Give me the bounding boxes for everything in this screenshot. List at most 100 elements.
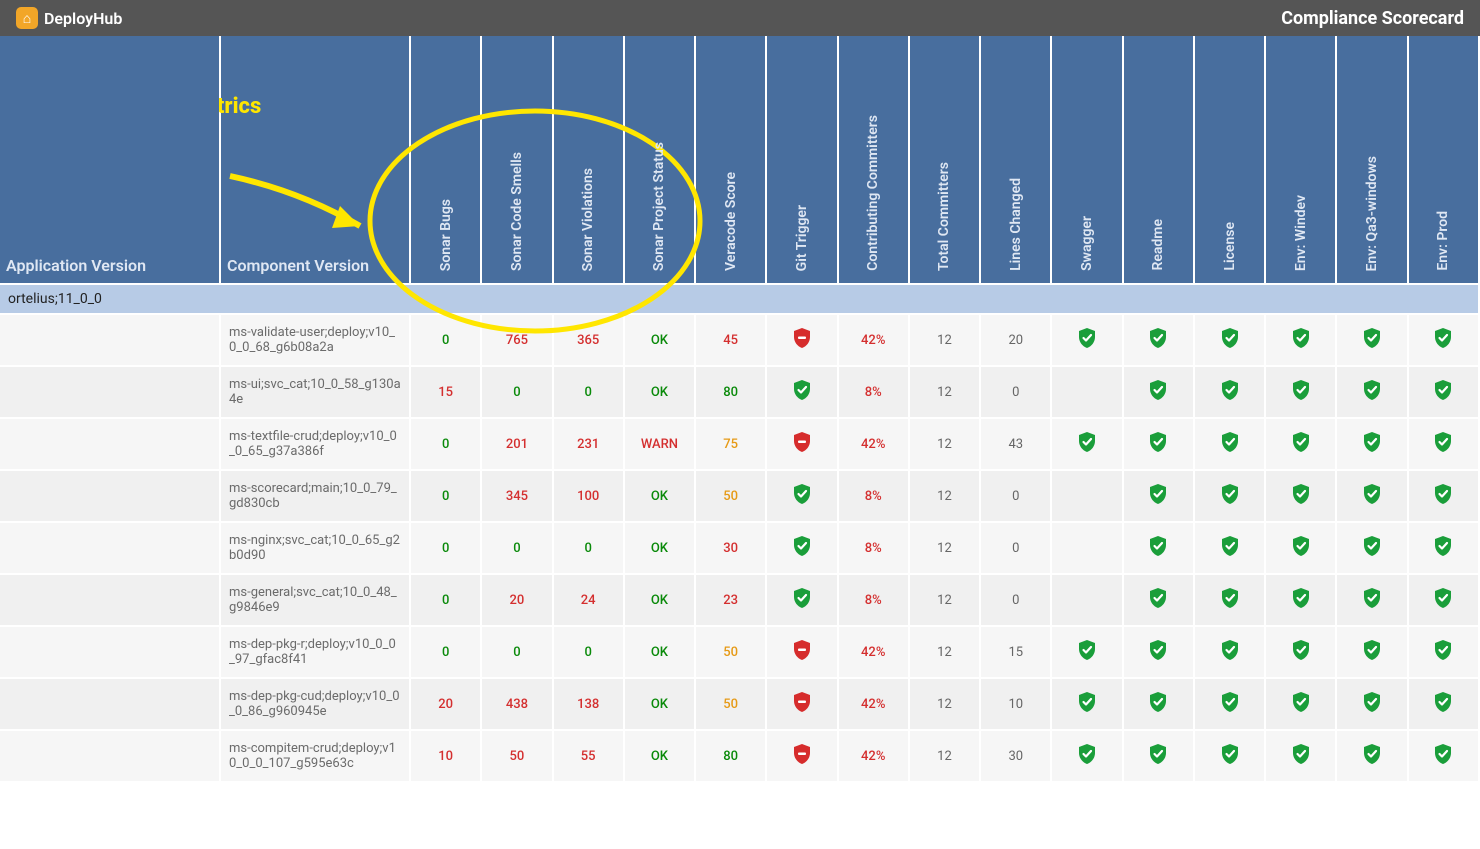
shield-pass-icon — [1220, 691, 1240, 713]
cell-env-windev — [1265, 574, 1336, 626]
shield-pass-icon — [1433, 743, 1453, 765]
shield-pass-icon — [792, 587, 812, 609]
cell-sonar-bugs: 0 — [410, 522, 481, 574]
cell-env-windev — [1265, 626, 1336, 678]
col-header-sonar_code_smells[interactable]: Sonar Code Smells — [481, 36, 552, 284]
cell-lines-changed: 20 — [980, 314, 1051, 366]
col-header-license[interactable]: License — [1194, 36, 1265, 284]
col-header-env_prod[interactable]: Env: Prod — [1408, 36, 1479, 284]
cell-contrib-committers: 8% — [838, 522, 909, 574]
cell-veracode: 23 — [695, 574, 766, 626]
cell-app-version — [0, 626, 220, 678]
cell-total-committers: 12 — [909, 522, 980, 574]
cell-sonar-bugs: 0 — [410, 626, 481, 678]
cell-git-trigger — [766, 366, 837, 418]
cell-env-qa3 — [1336, 574, 1407, 626]
cell-license — [1194, 418, 1265, 470]
shield-fail-icon — [792, 431, 812, 453]
cell-git-trigger — [766, 678, 837, 730]
cell-license — [1194, 730, 1265, 782]
cell-total-committers: 12 — [909, 626, 980, 678]
cell-sonar-bugs: 0 — [410, 470, 481, 522]
cell-app-version — [0, 678, 220, 730]
shield-pass-icon — [1362, 327, 1382, 349]
cell-env-qa3 — [1336, 522, 1407, 574]
cell-git-trigger — [766, 730, 837, 782]
table-row[interactable]: ms-dep-pkg-r;deploy;v10_0_0_97_gfac8f410… — [0, 626, 1479, 678]
cell-component-version: ms-dep-pkg-r;deploy;v10_0_0_97_gfac8f41 — [220, 626, 410, 678]
table-row[interactable]: ms-general;svc_cat;10_0_48_g9846e902024O… — [0, 574, 1479, 626]
cell-app-version — [0, 522, 220, 574]
shield-pass-icon — [1362, 639, 1382, 661]
cell-readme — [1123, 314, 1194, 366]
shield-pass-icon — [1148, 743, 1168, 765]
col-header-readme[interactable]: Readme — [1123, 36, 1194, 284]
shield-pass-icon — [1291, 743, 1311, 765]
group-row[interactable]: ortelius;11_0_0 — [0, 284, 1479, 314]
shield-pass-icon — [1291, 431, 1311, 453]
cell-env-windev — [1265, 314, 1336, 366]
cell-total-committers: 12 — [909, 574, 980, 626]
cell-swagger — [1051, 626, 1122, 678]
cell-swagger — [1051, 470, 1122, 522]
table-row[interactable]: ms-nginx;svc_cat;10_0_65_g2b0d90000OK308… — [0, 522, 1479, 574]
cell-sonar-code-smells: 0 — [481, 366, 552, 418]
brand[interactable]: ⌂ DeployHub — [16, 7, 122, 29]
cell-app-version — [0, 366, 220, 418]
cell-env-prod — [1408, 418, 1479, 470]
col-header-swagger[interactable]: Swagger — [1051, 36, 1122, 284]
cell-env-windev — [1265, 678, 1336, 730]
col-header-env_windev[interactable]: Env: Windev — [1265, 36, 1336, 284]
shield-pass-icon — [1433, 639, 1453, 661]
cell-env-prod — [1408, 574, 1479, 626]
cell-veracode: 30 — [695, 522, 766, 574]
col-header-sonar_project_status[interactable]: Sonar Project Status — [624, 36, 695, 284]
col-header-total_committers[interactable]: Total Committers — [909, 36, 980, 284]
cell-lines-changed: 15 — [980, 626, 1051, 678]
shield-pass-icon — [1433, 431, 1453, 453]
table-row[interactable]: ms-textfile-crud;deploy;v10_0_0_65_g37a3… — [0, 418, 1479, 470]
cell-veracode: 50 — [695, 626, 766, 678]
shield-pass-icon — [1291, 535, 1311, 557]
table-row[interactable]: ms-dep-pkg-cud;deploy;v10_0_0_86_g960945… — [0, 678, 1479, 730]
cell-sonar-code-smells: 20 — [481, 574, 552, 626]
shield-pass-icon — [1077, 743, 1097, 765]
cell-env-prod — [1408, 366, 1479, 418]
cell-veracode: 50 — [695, 470, 766, 522]
col-header-contributing_committers[interactable]: Contributing Committers — [838, 36, 909, 284]
cell-sonar-code-smells: 50 — [481, 730, 552, 782]
top-bar: ⌂ DeployHub Compliance Scorecard — [0, 0, 1480, 36]
cell-env-prod — [1408, 678, 1479, 730]
col-header-app_version[interactable]: Application Version — [0, 36, 220, 284]
table-row[interactable]: ms-compitem-crud;deploy;v10_0_0_107_g595… — [0, 730, 1479, 782]
table-row[interactable]: ms-scorecard;main;10_0_79_gd830cb0345100… — [0, 470, 1479, 522]
col-header-veracode_score[interactable]: Veracode Score — [695, 36, 766, 284]
col-header-component_version[interactable]: Component Version — [220, 36, 410, 284]
col-header-lines_changed[interactable]: Lines Changed — [980, 36, 1051, 284]
cell-sonar-violations: 138 — [553, 678, 624, 730]
cell-component-version: ms-textfile-crud;deploy;v10_0_0_65_g37a3… — [220, 418, 410, 470]
cell-license — [1194, 626, 1265, 678]
cell-env-qa3 — [1336, 418, 1407, 470]
shield-pass-icon — [1433, 379, 1453, 401]
col-header-sonar_violations[interactable]: Sonar Violations — [553, 36, 624, 284]
cell-env-qa3 — [1336, 470, 1407, 522]
shield-pass-icon — [1148, 431, 1168, 453]
brand-logo-icon: ⌂ — [16, 7, 38, 29]
col-header-env_qa3_windows[interactable]: Env: Qa3-windows — [1336, 36, 1407, 284]
shield-pass-icon — [1291, 587, 1311, 609]
shield-pass-icon — [1148, 587, 1168, 609]
cell-sonar-status: OK — [624, 314, 695, 366]
shield-pass-icon — [1077, 639, 1097, 661]
cell-readme — [1123, 678, 1194, 730]
shield-pass-icon — [1077, 431, 1097, 453]
shield-pass-icon — [1220, 431, 1240, 453]
col-header-sonar_bugs[interactable]: Sonar Bugs — [410, 36, 481, 284]
table-row[interactable]: ms-validate-user;deploy;v10_0_0_68_g6b08… — [0, 314, 1479, 366]
cell-license — [1194, 678, 1265, 730]
table-row[interactable]: ms-ui;svc_cat;10_0_58_g130a4e1500OK808%1… — [0, 366, 1479, 418]
cell-veracode: 50 — [695, 678, 766, 730]
cell-git-trigger — [766, 470, 837, 522]
shield-pass-icon — [1220, 587, 1240, 609]
col-header-git_trigger[interactable]: Git Trigger — [766, 36, 837, 284]
